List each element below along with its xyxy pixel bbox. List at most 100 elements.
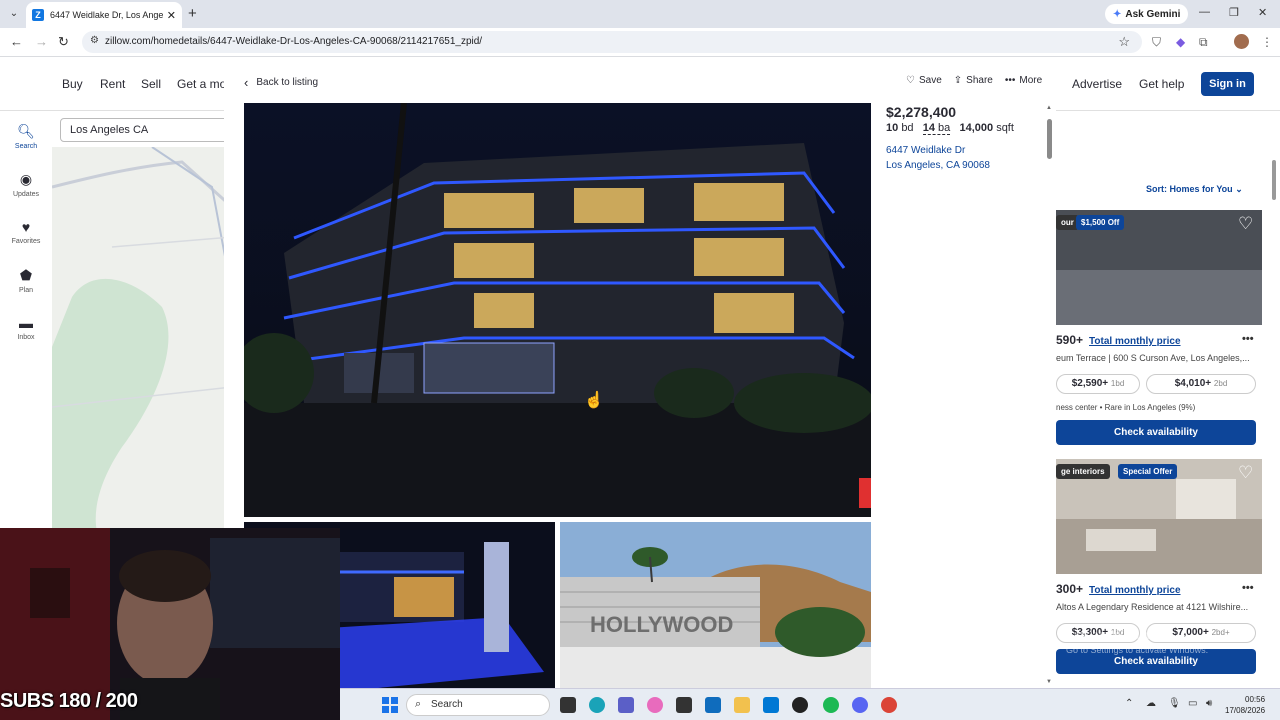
restore-icon[interactable]: ❐ [1229, 6, 1239, 19]
unit-pill-1bd[interactable]: $2,590+ 1bd [1056, 374, 1140, 394]
cloud-icon[interactable]: ☁ [1146, 698, 1156, 709]
card-amenities: ness center • Rare in Los Angeles (9%) [1056, 403, 1196, 412]
puzzle-extensions-icon[interactable]: ⧉ [1199, 35, 1208, 50]
microphone-icon[interactable]: 🎙︎ [1168, 698, 1181, 709]
browser-tab[interactable]: Z 6447 Weidlake Dr, Los Angeles ✕ [26, 2, 182, 28]
close-tab-icon[interactable]: ✕ [167, 9, 176, 22]
taskbar-search-input[interactable]: ⌕ Search [406, 694, 550, 716]
taskbar-clock[interactable]: 00:56 17/08/2026 [1225, 694, 1265, 716]
modal-actions: ♡ Save ⇪ Share ••• More [906, 75, 1042, 86]
favorite-heart-icon[interactable]: ♡ [1238, 463, 1253, 483]
obs-icon[interactable] [792, 697, 808, 713]
nav-rent[interactable]: Rent [100, 77, 125, 91]
side-navigation: 🔍︎ Search ◉ Updates ♥ Favorites ⬟ Plan ▬… [0, 111, 52, 531]
results-scrollbar[interactable] [1270, 150, 1278, 690]
ask-gemini-button[interactable]: ✦ Ask Gemini [1105, 4, 1189, 24]
card-address: Altos A Legendary Residence at 4121 Wils… [1056, 602, 1249, 612]
copilot-icon[interactable] [647, 697, 663, 713]
network-icon[interactable]: ▭ [1188, 698, 1197, 709]
favorite-heart-icon[interactable]: ♡ [1238, 214, 1253, 234]
teams-icon[interactable] [618, 697, 634, 713]
discord-icon[interactable] [852, 697, 868, 713]
tray-chevron-icon[interactable]: ⌃ [1125, 698, 1133, 709]
listing-photo-hollywood[interactable]: HOLLYWOOD [560, 522, 871, 697]
total-monthly-price-link[interactable]: Total monthly price [1089, 336, 1181, 347]
browser-menu-icon[interactable]: ⋮ [1261, 35, 1273, 49]
card-badge-left: ge interiors [1056, 464, 1110, 479]
total-monthly-price-link[interactable]: Total monthly price [1089, 585, 1181, 596]
plan-icon: ⬟ [19, 267, 33, 283]
app-icon[interactable] [676, 697, 692, 713]
listing-address-link[interactable]: 6447 Weidlake Dr Los Angeles, CA 90068 [886, 143, 990, 173]
sidebar-item-inbox[interactable]: ▬ Inbox [0, 315, 52, 341]
windows-start-icon[interactable] [382, 697, 398, 713]
card-address: eum Terrace | 600 S Curson Ave, Los Ange… [1056, 353, 1250, 363]
card-offer-badge: Special Offer [1118, 464, 1178, 479]
close-window-icon[interactable]: ✕ [1258, 6, 1267, 19]
shield-extension-icon[interactable]: ⛉ [1152, 35, 1161, 50]
bell-icon: ◉ [19, 171, 33, 187]
nav-advertise[interactable]: Advertise [1072, 77, 1122, 91]
subscriber-goal-text: SUBS 180 / 200 [0, 690, 138, 712]
sidebar-item-favorites[interactable]: ♥ Favorites [0, 219, 52, 245]
task-view-icon[interactable] [560, 697, 576, 713]
card-more-icon[interactable]: ••• [1242, 582, 1254, 594]
map[interactable] [52, 147, 232, 532]
scroll-down-icon[interactable]: ▼ [1046, 679, 1052, 685]
tab-search-icon[interactable]: ⌄ [6, 6, 22, 22]
share-button[interactable]: ⇪ Share [954, 75, 993, 86]
sign-in-button[interactable]: Sign in [1201, 72, 1254, 96]
results-panel: Sort: Homes for You ⌄ our $1,500 Off ♡ 5… [1056, 147, 1280, 692]
card-more-icon[interactable]: ••• [1242, 333, 1254, 345]
reload-icon[interactable]: ↻ [58, 34, 69, 50]
card-price: 590+ Total monthly price [1056, 333, 1181, 347]
chrome-icon[interactable] [881, 697, 897, 713]
sidebar-item-updates[interactable]: ◉ Updates [0, 171, 52, 198]
search-icon: ⌕ [415, 698, 422, 710]
modal-scrollbar[interactable]: ▲ ▼ [1046, 105, 1054, 687]
nav-buy[interactable]: Buy [62, 77, 83, 91]
listing-price: $2,278,400 [886, 104, 957, 120]
nav-get-help[interactable]: Get help [1139, 77, 1184, 91]
listing-facts: 10 bd 14 ba 14,000 sqft [886, 122, 1014, 135]
spotify-icon[interactable] [823, 697, 839, 713]
edge-icon[interactable] [589, 697, 605, 713]
inbox-icon: ▬ [19, 315, 33, 331]
unit-pill-2bd[interactable]: $4,010+ 2bd [1146, 374, 1256, 394]
map-graphic [52, 147, 232, 532]
main-listing-photo[interactable] [244, 103, 871, 517]
nav-sell[interactable]: Sell [141, 77, 161, 91]
volume-icon[interactable]: 🔊︎ [1206, 698, 1212, 709]
location-search-input[interactable]: Los Angeles CA [60, 118, 240, 142]
scroll-up-icon[interactable]: ▲ [1046, 105, 1052, 111]
extension-icon[interactable]: ◆ [1176, 35, 1185, 49]
chevron-left-icon: ‹ [244, 75, 249, 90]
outlook-icon[interactable] [705, 697, 721, 713]
heart-icon: ♥ [21, 219, 31, 235]
more-button[interactable]: ••• More [1005, 75, 1042, 86]
forward-icon[interactable]: → [35, 34, 48, 49]
sidebar-item-plan[interactable]: ⬟ Plan [0, 267, 52, 294]
sidebar-item-search[interactable]: 🔍︎ Search [0, 123, 52, 150]
activate-windows-subtext: Go to Settings to activate Windows. [1066, 645, 1209, 655]
back-icon[interactable]: ← [10, 34, 23, 49]
browser-tabstrip: ⌄ Z 6447 Weidlake Dr, Los Angeles ✕ + ✦ … [0, 0, 1280, 28]
unit-pill-2bd[interactable]: $7,000+ 2bd+ [1146, 623, 1256, 643]
new-tab-icon[interactable]: + [188, 5, 197, 22]
activate-windows-watermark: Activate Windows [1066, 628, 1161, 642]
search-icon: 🔍︎ [17, 123, 35, 139]
bookmark-star-icon[interactable]: ☆ [1118, 34, 1130, 50]
site-info-icon[interactable]: ⚙ [90, 35, 99, 46]
profile-avatar[interactable] [1234, 34, 1249, 49]
hollywood-view-photo: HOLLYWOOD [560, 522, 871, 697]
check-availability-button[interactable]: Check availability [1056, 420, 1256, 445]
store-icon[interactable] [763, 697, 779, 713]
sort-dropdown[interactable]: Sort: Homes for You ⌄ [1146, 184, 1243, 195]
back-to-listing-link[interactable]: ‹ Back to listing [244, 75, 318, 90]
windows-taskbar: ⌕ Search ⌃ ☁ 🎙︎ ▭ 🔊︎ 00:56 17/08/2026 [340, 688, 1280, 720]
minimize-icon[interactable]: — [1199, 6, 1210, 18]
file-explorer-icon[interactable] [734, 697, 750, 713]
save-button[interactable]: ♡ Save [906, 75, 942, 86]
nav-get-mortgage[interactable]: Get a mo [177, 77, 226, 91]
address-bar[interactable]: ⚙ zillow.com/homedetails/6447-Weidlake-D… [82, 31, 1142, 53]
